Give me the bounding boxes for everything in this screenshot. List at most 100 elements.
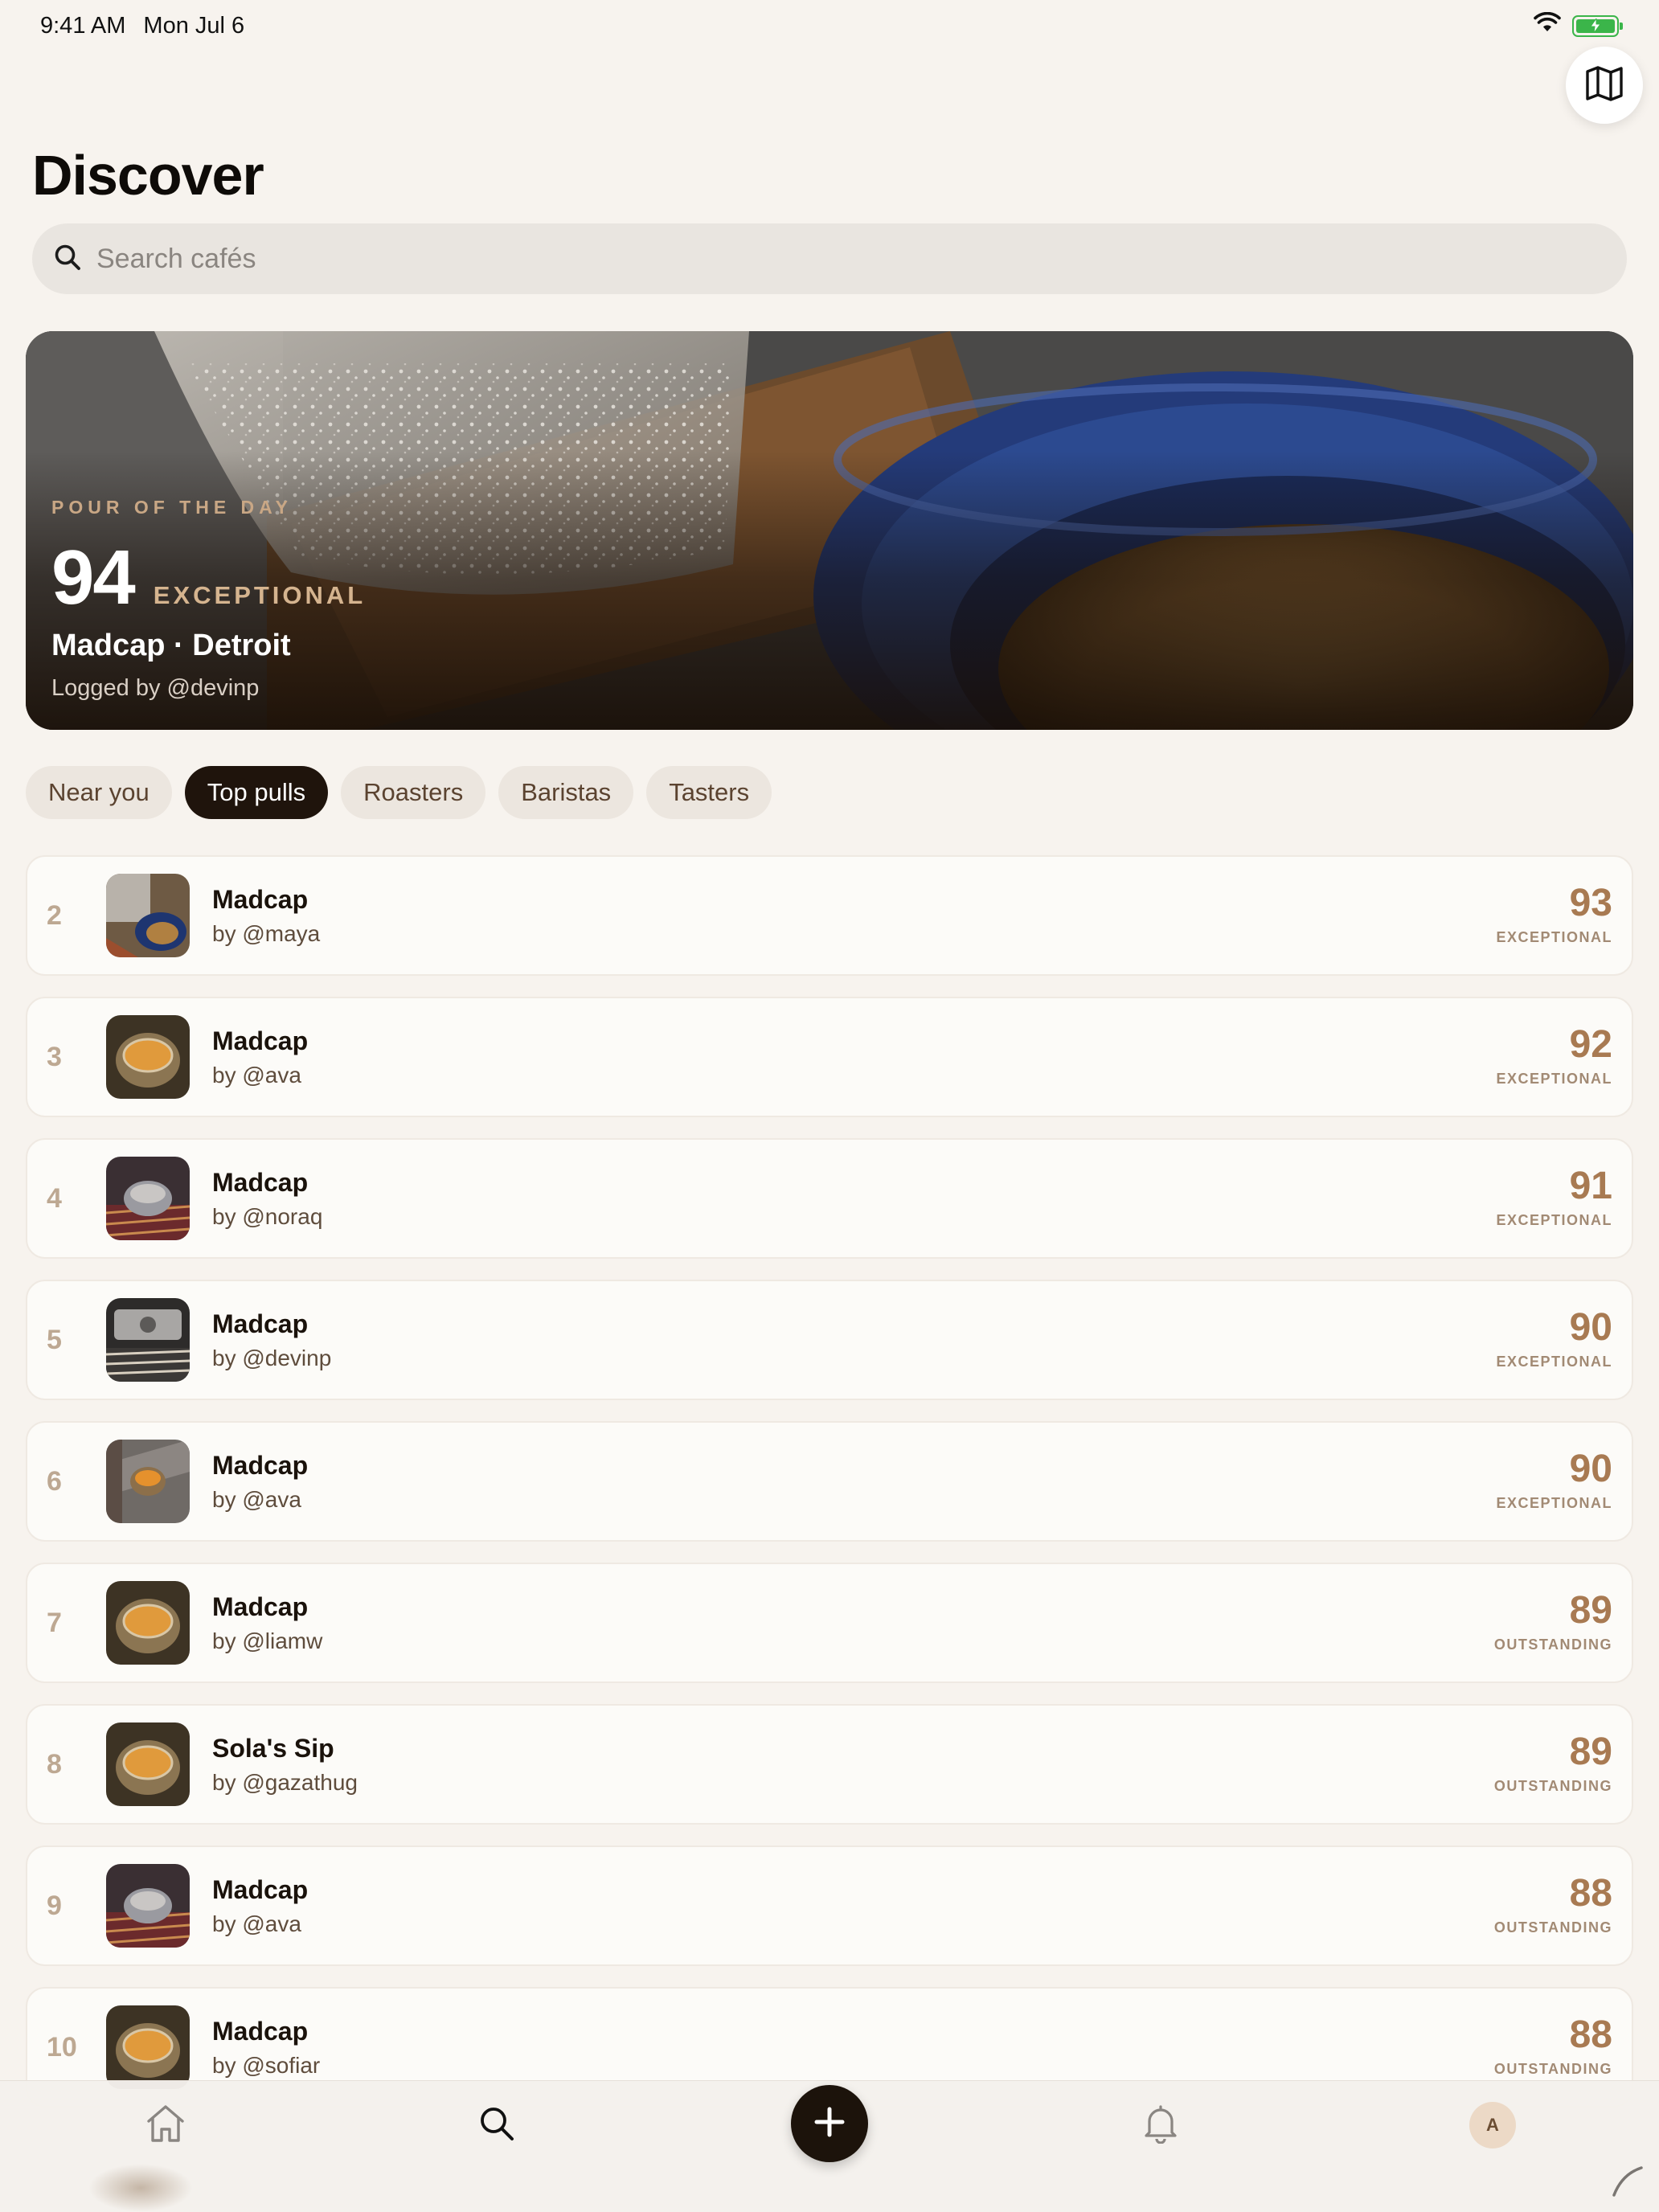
score-value: 88 — [1569, 1872, 1612, 1915]
logged-by: by @gazathug — [212, 1769, 358, 1795]
list-item[interactable]: 9 Madcap by @ava 88 OUTSTANDING — [26, 1845, 1633, 1966]
score-value: 88 — [1569, 2013, 1612, 2056]
list-item[interactable]: 7 Madcap by @liamw 89 OUTSTANDING — [26, 1563, 1633, 1683]
score-rating: OUTSTANDING — [1493, 1636, 1612, 1653]
add-button[interactable] — [791, 2085, 868, 2162]
thumbnail-glass-rug — [106, 1864, 190, 1948]
score-rating: EXCEPTIONAL — [1496, 1071, 1612, 1087]
search-icon — [53, 243, 82, 276]
cafe-name: Madcap — [212, 2016, 309, 2046]
rank-number: 6 — [47, 1465, 62, 1497]
rank-number: 7 — [47, 1607, 62, 1638]
score-rating: EXCEPTIONAL — [1496, 1495, 1612, 1511]
cafe-name: Madcap — [212, 1167, 309, 1197]
home-indicator — [1611, 2165, 1643, 2201]
score-block: 90 EXCEPTIONAL — [1496, 1309, 1612, 1370]
score-block: 88 OUTSTANDING — [1494, 1874, 1612, 1936]
rank-number: 2 — [47, 899, 62, 931]
thumbnail-glass-cup — [106, 2005, 190, 2089]
thumbnail-glass-cup — [106, 1722, 190, 1806]
chip-baristas[interactable]: Baristas — [498, 766, 634, 819]
search-input[interactable] — [96, 243, 1543, 275]
bell-icon — [1141, 2103, 1180, 2148]
rank-number: 10 — [47, 2031, 77, 2062]
map-icon — [1585, 65, 1624, 106]
score-rating: OUTSTANDING — [1493, 1919, 1612, 1936]
chip-near-you[interactable]: Near you — [26, 766, 172, 819]
hero-score-row: 94 EXCEPTIONAL — [51, 534, 366, 622]
tab-profile[interactable]: A — [1452, 2081, 1533, 2169]
cafe-name: Sola's Sip — [212, 1733, 334, 1763]
score-block: 90 EXCEPTIONAL — [1496, 1450, 1612, 1512]
rank-number: 9 — [47, 1890, 62, 1921]
score-block: 88 OUTSTANDING — [1494, 2016, 1612, 2078]
search-bar[interactable] — [32, 223, 1627, 294]
score-block: 89 OUTSTANDING — [1494, 1591, 1612, 1653]
pour-of-the-day-card[interactable]: POUR OF THE DAY 94 EXCEPTIONAL Madcap · … — [26, 331, 1633, 730]
score-block: 89 OUTSTANDING — [1494, 1733, 1612, 1795]
logged-by: by @ava — [212, 1062, 301, 1088]
logged-by: by @ava — [212, 1486, 301, 1512]
map-button[interactable] — [1566, 47, 1643, 124]
rank-number: 8 — [47, 1748, 62, 1780]
status-time: 9:41 AM — [40, 12, 126, 39]
tab-home[interactable] — [125, 2081, 206, 2169]
rank-number: 5 — [47, 1324, 62, 1355]
list-item[interactable]: 6 Madcap by @ava 90 EXCEPTIONAL — [26, 1421, 1633, 1542]
logged-by: by @maya — [212, 920, 321, 946]
rank-number: 4 — [47, 1182, 62, 1214]
rankings-list: 2 Madcap by @maya 93 EXCEPTIONAL 3 Madca… — [26, 855, 1633, 2128]
score-block: 91 EXCEPTIONAL — [1496, 1167, 1612, 1229]
list-item[interactable]: 5 Madcap by @devinp 90 EXCEPTIONAL — [26, 1280, 1633, 1400]
search-icon — [477, 2104, 516, 2147]
avatar: A — [1469, 2102, 1516, 2149]
logged-by: by @ava — [212, 1911, 301, 1936]
hero-score: 94 — [51, 535, 136, 621]
score-rating: OUTSTANDING — [1493, 2061, 1612, 2077]
logged-by: by @devinp — [212, 1345, 332, 1370]
home-icon — [145, 2103, 186, 2148]
hero-cafe-name: Madcap · Detroit — [51, 629, 291, 662]
chip-roasters[interactable]: Roasters — [341, 766, 486, 819]
thumbnail-glass-rug — [106, 1157, 190, 1240]
score-value: 93 — [1569, 882, 1612, 924]
list-item[interactable]: 4 Madcap by @noraq 91 EXCEPTIONAL — [26, 1138, 1633, 1259]
logged-by: by @sofiar — [212, 2052, 321, 2078]
score-value: 92 — [1569, 1023, 1612, 1066]
hero-logged-by: Logged by @devinp — [51, 675, 260, 701]
list-item[interactable]: 2 Madcap by @maya 93 EXCEPTIONAL — [26, 855, 1633, 976]
logged-by: by @noraq — [212, 1203, 323, 1229]
rank-number: 3 — [47, 1041, 62, 1072]
tab-notifications[interactable] — [1120, 2081, 1201, 2169]
thumbnail-machine — [106, 1298, 190, 1382]
thumbnail-glass-stone — [106, 1440, 190, 1523]
tab-search[interactable] — [457, 2081, 537, 2169]
cafe-name: Madcap — [212, 1309, 309, 1338]
cafe-name: Madcap — [212, 884, 309, 914]
status-indicators — [1534, 11, 1623, 39]
thumbnail-glass-cup — [106, 1015, 190, 1099]
cafe-name: Madcap — [212, 1591, 309, 1621]
blurred-thumbnail — [88, 2164, 193, 2212]
cafe-name: Madcap — [212, 1026, 309, 1055]
battery-icon — [1572, 14, 1623, 37]
cafe-name: Madcap — [212, 1450, 309, 1480]
logged-by: by @liamw — [212, 1628, 323, 1653]
status-date: Mon Jul 6 — [143, 12, 245, 39]
page-title: Discover — [32, 144, 264, 207]
list-item[interactable]: 3 Madcap by @ava 92 EXCEPTIONAL — [26, 997, 1633, 1117]
chip-tasters[interactable]: Tasters — [646, 766, 772, 819]
score-value: 90 — [1569, 1448, 1612, 1490]
thumbnail-glass-cup — [106, 1581, 190, 1665]
score-rating: OUTSTANDING — [1493, 1778, 1612, 1794]
hero-eyebrow: POUR OF THE DAY — [51, 497, 293, 518]
hero-rating: EXCEPTIONAL — [153, 581, 367, 609]
wifi-icon — [1534, 11, 1561, 39]
thumbnail-blue-cup — [106, 874, 190, 957]
chip-top-pulls[interactable]: Top pulls — [184, 766, 329, 819]
list-item[interactable]: 8 Sola's Sip by @gazathug 89 OUTSTANDING — [26, 1704, 1633, 1825]
score-value: 90 — [1569, 1306, 1612, 1349]
score-rating: EXCEPTIONAL — [1496, 929, 1612, 945]
score-rating: EXCEPTIONAL — [1496, 1354, 1612, 1370]
score-value: 89 — [1569, 1731, 1612, 1773]
